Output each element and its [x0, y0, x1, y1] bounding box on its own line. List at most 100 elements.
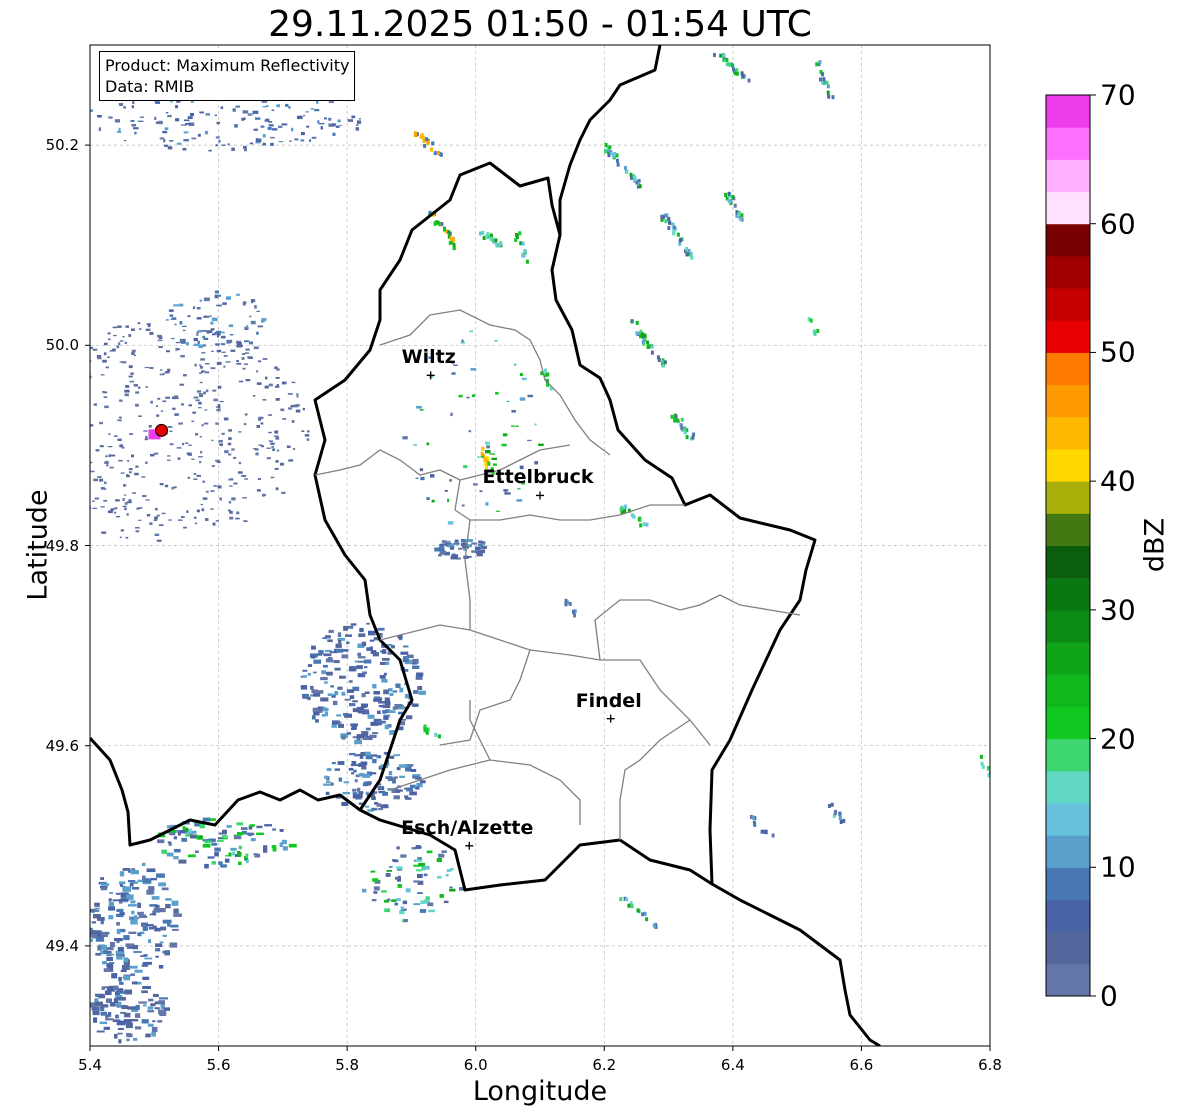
- echo-cell: [327, 657, 333, 661]
- echo-cell: [378, 808, 384, 811]
- echo-cell: [193, 337, 198, 342]
- echo-cell: [383, 715, 389, 720]
- echo-cell: [214, 852, 219, 857]
- echo-cell: [199, 394, 204, 398]
- colorbar-tick-label: 50: [1100, 335, 1136, 369]
- echo-cell: [60, 426, 63, 429]
- echo-cell: [416, 405, 422, 409]
- echo-cell: [126, 460, 130, 462]
- echo-cell: [228, 852, 232, 857]
- echo-cell: [233, 482, 238, 485]
- echo-cell: [382, 658, 390, 661]
- x-tick-label: 5.4: [78, 1056, 102, 1074]
- echo-cell: [181, 516, 185, 518]
- echo-cell: [291, 127, 294, 132]
- echo-cell: [357, 660, 365, 663]
- echo-cell: [372, 684, 377, 689]
- echo-cell: [450, 412, 453, 417]
- echo-cell: [402, 436, 408, 440]
- echo-cell: [67, 356, 69, 359]
- echo-cell: [50, 389, 54, 391]
- echo-cell: [382, 711, 389, 713]
- echo-cell: [160, 369, 163, 371]
- echo-cell: [491, 457, 497, 460]
- echo-cell: [128, 880, 136, 883]
- colorbar-segment: [1046, 255, 1090, 289]
- echo-cell: [312, 671, 317, 674]
- echo-cell: [236, 511, 240, 515]
- echo-cell: [141, 1019, 149, 1024]
- echo-cell: [388, 865, 393, 868]
- echo-cell: [20, 406, 22, 408]
- echo-cell: [221, 835, 228, 837]
- echo-cell: [291, 420, 295, 423]
- echo-cell: [93, 1017, 98, 1023]
- echo-cell: [354, 660, 359, 663]
- colorbar-tick-label: 0: [1100, 979, 1118, 1013]
- echo-cell: [255, 138, 262, 143]
- echo-cell: [372, 878, 379, 882]
- colorbar-segment: [1046, 642, 1090, 675]
- echo-cell: [402, 658, 410, 663]
- echo-cell: [423, 873, 428, 877]
- echo-cell: [456, 557, 461, 560]
- echo-cell: [359, 627, 364, 633]
- echo-cell: [214, 114, 218, 116]
- echo-cell: [238, 380, 244, 383]
- echo-cell: [206, 389, 209, 393]
- echo-cell: [661, 215, 665, 220]
- echo-cell: [199, 436, 202, 438]
- echo-cell: [385, 661, 390, 665]
- echo-cell: [123, 106, 126, 109]
- echo-cell: [667, 216, 671, 221]
- echo-cell: [121, 361, 127, 364]
- echo-cell: [416, 869, 422, 872]
- echo-cell: [362, 888, 367, 893]
- echo-cell: [129, 883, 134, 887]
- echo-cell: [458, 547, 463, 550]
- echo-cell: [399, 910, 405, 915]
- echo-cell: [739, 217, 743, 222]
- echo-cell: [119, 340, 124, 342]
- echo-cell: [150, 400, 153, 404]
- echo-cell: [202, 497, 208, 500]
- echo-cell: [403, 645, 409, 648]
- echo-cell: [173, 913, 182, 917]
- colorbar-segment: [1046, 577, 1090, 611]
- city-label: Findel: [575, 689, 642, 712]
- echo-cell: [417, 892, 423, 894]
- echo-cell: [94, 907, 100, 910]
- echo-cell: [334, 691, 339, 696]
- echo-cell: [195, 399, 200, 402]
- colorbar-segment: [1046, 223, 1090, 257]
- echo-cell: [91, 921, 96, 924]
- echo-cell: [380, 650, 384, 653]
- echo-cell: [373, 691, 380, 695]
- echo-cell: [154, 1007, 160, 1010]
- colorbar-segment: [1046, 95, 1090, 128]
- echo-cell: [228, 501, 232, 504]
- echo-cell: [254, 853, 261, 858]
- echo-cell: [107, 953, 114, 956]
- echo-cell: [256, 370, 259, 373]
- echo-cell: [213, 398, 218, 402]
- echo-cell: [221, 331, 225, 334]
- x-tick-label: 6.0: [463, 1056, 488, 1074]
- echo-cell: [411, 847, 416, 850]
- echo-cell: [115, 516, 121, 518]
- echo-cell: [256, 832, 264, 835]
- echo-cell: [165, 898, 172, 901]
- echo-cell: [53, 423, 56, 425]
- echo-cell: [487, 461, 491, 466]
- echo-cell: [157, 334, 162, 338]
- echo-cell: [420, 900, 426, 904]
- echo-cell: [241, 357, 245, 360]
- echo-cell: [215, 343, 220, 346]
- echo-cell: [156, 539, 162, 542]
- echo-cell: [288, 106, 291, 109]
- echo-cell: [304, 434, 310, 437]
- echo-cell: [311, 136, 317, 139]
- echo-cell: [270, 442, 275, 445]
- echo-cell: [311, 654, 316, 659]
- echo-cell: [405, 888, 411, 893]
